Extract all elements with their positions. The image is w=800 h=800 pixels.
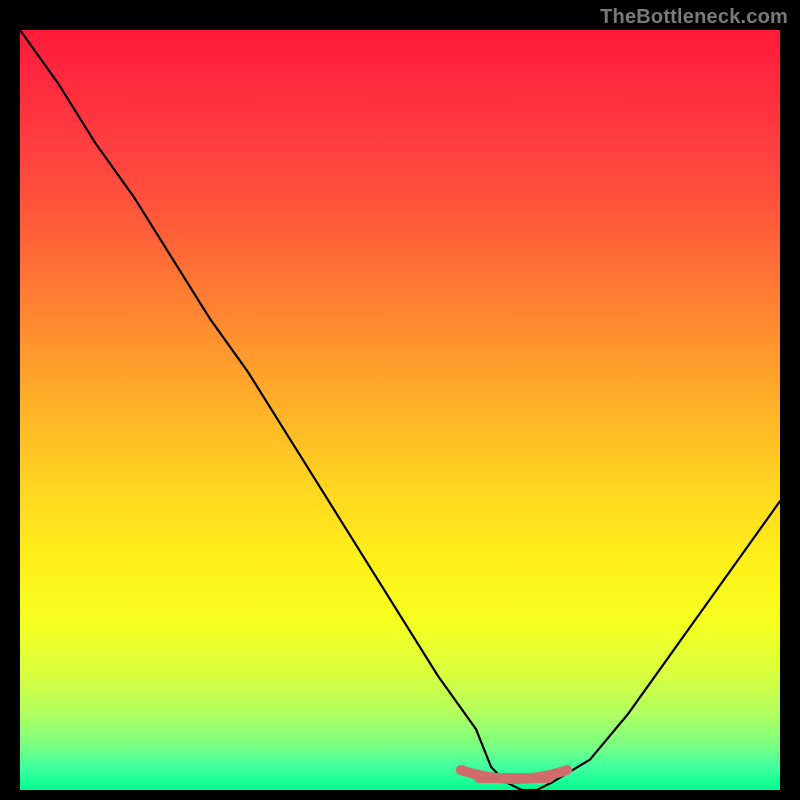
highlight-minimum [461, 770, 567, 779]
watermark-text: TheBottleneck.com [600, 6, 788, 29]
bottleneck-curve [20, 30, 780, 790]
chart-container: TheBottleneck.com [0, 0, 800, 800]
curve-svg [20, 30, 780, 790]
plot-area [20, 30, 780, 790]
